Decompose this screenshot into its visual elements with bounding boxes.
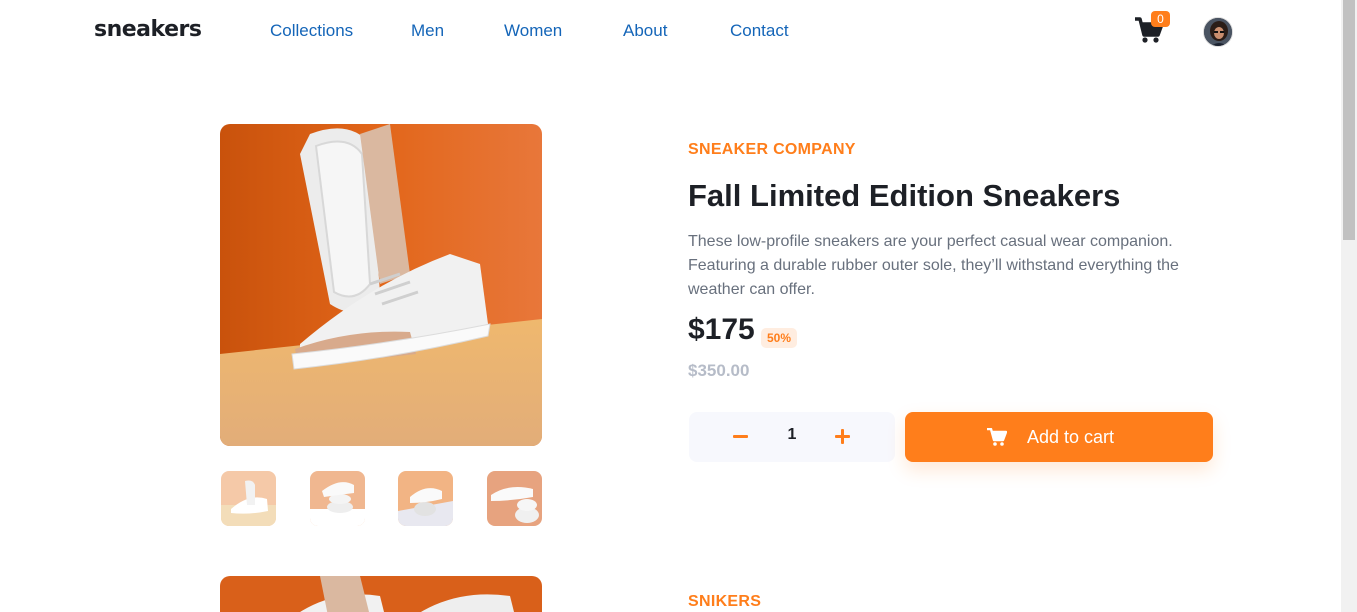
nav-link-collections[interactable]: Collections [270,21,353,41]
thumbnail-2[interactable] [310,471,365,526]
cart-count-badge: 0 [1151,11,1170,27]
decrease-quantity-button[interactable] [732,426,750,446]
company-name: SNEAKER COMPANY [688,141,856,158]
second-company-name: SNIKERS [688,593,762,610]
quantity-value: 1 [787,426,797,443]
main-product-image[interactable] [220,124,542,446]
current-price: $175 [688,313,755,346]
product-title: Fall Limited Edition Sneakers [688,178,1121,213]
nav-link-about[interactable]: About [623,21,667,41]
discount-badge: 50% [761,328,798,348]
thumbnail-1[interactable] [221,471,276,526]
user-avatar[interactable] [1203,17,1233,47]
nav-link-women[interactable]: Women [504,21,562,41]
cart-icon [987,428,1007,446]
increase-quantity-button[interactable] [834,426,852,446]
scrollbar-thumb[interactable] [1343,0,1355,240]
thumbnail-3[interactable] [398,471,453,526]
second-product-image[interactable] [220,576,542,612]
add-to-cart-label: Add to cart [1027,427,1115,447]
add-to-cart-button[interactable]: Add to cart [905,412,1213,462]
logo[interactable]: sneakers [94,17,202,42]
product-description: These low-profile sneakers are your perf… [688,233,1179,298]
nav-link-contact[interactable]: Contact [730,21,789,41]
original-price: $350.00 [688,361,750,380]
thumbnail-4[interactable] [487,471,542,526]
nav-link-men[interactable]: Men [411,21,444,41]
